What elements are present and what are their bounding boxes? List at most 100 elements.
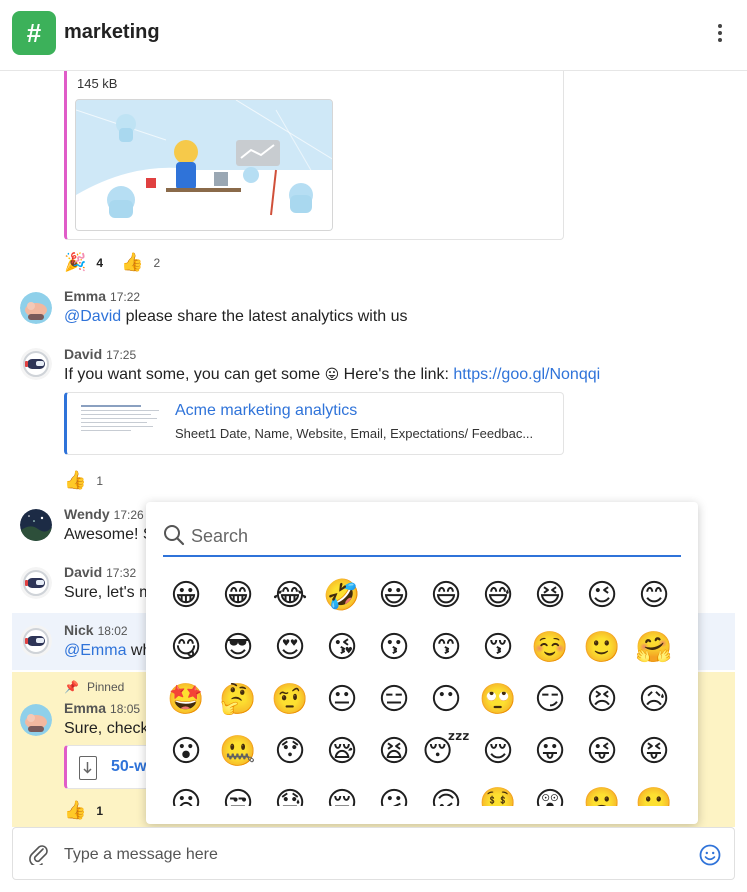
avatar[interactable] (20, 625, 52, 657)
emoji-option[interactable]: 😗 (370, 624, 418, 672)
emoji-option[interactable]: 🤔 (214, 676, 262, 724)
emoji-option[interactable]: 😀 (162, 572, 210, 620)
avatar[interactable] (20, 567, 52, 599)
emoji-option[interactable]: 🤩 (162, 676, 210, 724)
file-download-icon (79, 756, 97, 780)
reaction-bar: 🎉 4 👍 2 (64, 252, 172, 273)
emoji-picker[interactable]: 😀😁😂🤣😃😄😅😆😉😊 😋😎😍😘😗😙😚☺️🙂🤗 🤩🤔🤨😐😑😶🙄😏😣😥 😮🤐😯😪😫😴😌😛😜… (146, 502, 698, 824)
emoji-option[interactable]: 🙄 (474, 676, 522, 724)
emoji-option[interactable]: 😣 (578, 676, 626, 724)
pinned-label: 📌 Pinned (64, 680, 125, 694)
emoji-option[interactable]: 🤑 (474, 780, 522, 806)
party-popper-icon: 🎉 (64, 252, 87, 272)
message-composer[interactable]: Type a message here (12, 827, 735, 880)
link-preview-title[interactable]: Acme marketing analytics (175, 402, 357, 420)
avatar[interactable] (20, 509, 52, 541)
emoji-option[interactable]: 😄 (422, 572, 470, 620)
emoji-option[interactable]: 🙃 (422, 780, 470, 806)
reaction-party[interactable]: 🎉 4 (64, 252, 103, 273)
emoji-option[interactable]: 🙂 (578, 624, 626, 672)
mention[interactable]: @Emma (64, 642, 126, 659)
emoji-option[interactable]: 🙁 (630, 780, 678, 806)
message-link[interactable]: https://goo.gl/Nonqqi (453, 366, 600, 383)
thumbs-up-icon: 👍 (64, 470, 87, 490)
kebab-menu-icon[interactable] (712, 22, 728, 46)
emoji-option[interactable]: 😁 (214, 572, 262, 620)
emoji-option[interactable]: 😏 (526, 676, 574, 724)
emoji-option[interactable]: 😴 (422, 728, 470, 776)
search-icon (163, 524, 185, 546)
sender-name[interactable]: David 17:25 (64, 346, 136, 362)
emoji-option[interactable]: 😌 (474, 728, 522, 776)
emoji-option[interactable]: 😋 (162, 624, 210, 672)
message-text: If you want some, you can get some 😛 Her… (64, 366, 601, 383)
link-preview-thumbnail (81, 403, 161, 435)
reaction-thumbs-up[interactable]: 👍 2 (121, 252, 160, 273)
emoji-option[interactable]: 😔 (318, 780, 366, 806)
mention[interactable]: @David (64, 308, 121, 325)
reaction-thumbs-up[interactable]: 👍 1 (64, 470, 103, 491)
emoji-option[interactable]: 😕 (370, 780, 418, 806)
emoji-option[interactable]: 😊 (630, 572, 678, 620)
emoji-option[interactable]: 😝 (630, 728, 678, 776)
emoji-option[interactable]: 😓 (266, 780, 314, 806)
pin-icon: 📌 (64, 680, 79, 694)
timestamp: 17:32 (106, 566, 137, 580)
emoji-option[interactable]: 🤐 (214, 728, 262, 776)
emoji-option[interactable]: 😫 (370, 728, 418, 776)
emoji-option[interactable]: 😶 (422, 676, 470, 724)
emoji-option[interactable]: 😦 (162, 780, 210, 806)
emoji-option[interactable]: 😥 (630, 676, 678, 724)
emoji-option[interactable]: 😘 (318, 624, 366, 672)
emoji-option[interactable]: ☺️ (526, 624, 574, 672)
timestamp: 18:02 (97, 624, 128, 638)
sender-name[interactable]: Emma 17:22 (64, 288, 140, 304)
emoji-option[interactable]: 🤣 (318, 572, 366, 620)
message-text: Awesome! S (64, 526, 154, 543)
avatar[interactable] (20, 292, 52, 324)
emoji-option[interactable]: 😚 (474, 624, 522, 672)
emoji-option[interactable]: 😉 (578, 572, 626, 620)
emoji-option[interactable]: 😆 (526, 572, 574, 620)
emoji-search (163, 518, 681, 557)
emoji-option[interactable]: ☹️ (578, 780, 626, 806)
emoji-option[interactable]: 🤨 (266, 676, 314, 724)
message-text: @David please share the latest analytics… (64, 308, 408, 325)
link-preview-card[interactable]: Acme marketing analytics Sheet1 Date, Na… (64, 392, 564, 455)
emoji-option[interactable]: 😍 (266, 624, 314, 672)
sender-name[interactable]: Nick 18:02 (64, 622, 128, 638)
sender-name[interactable]: Emma 18:05 (64, 700, 140, 716)
emoji-option[interactable]: 😐 (318, 676, 366, 724)
sender-name[interactable]: David 17:32 (64, 564, 136, 580)
emoji-option[interactable]: 😑 (370, 676, 418, 724)
emoji-option[interactable]: 😜 (578, 728, 626, 776)
timestamp: 17:26 (113, 508, 144, 522)
reaction-thumbs-up[interactable]: 👍 1 (64, 800, 103, 821)
image-preview[interactable] (75, 99, 333, 231)
emoji-option[interactable]: 😎 (214, 624, 262, 672)
emoji-option[interactable]: 😪 (318, 728, 366, 776)
message-text: Sure, let's m (64, 584, 153, 601)
link-preview-description: Sheet1 Date, Name, Website, Email, Expec… (175, 426, 534, 441)
tongue-out-emoji-icon: 😛 (324, 366, 340, 382)
avatar[interactable] (20, 348, 52, 380)
timestamp: 17:25 (106, 348, 137, 362)
emoji-option[interactable]: 😅 (474, 572, 522, 620)
emoji-option[interactable]: 😃 (370, 572, 418, 620)
channel-header: # marketing (0, 0, 747, 71)
sender-name[interactable]: Wendy 17:26 (64, 506, 144, 522)
emoji-option[interactable]: 😛 (526, 728, 574, 776)
emoji-search-input[interactable] (191, 522, 671, 550)
paperclip-icon[interactable] (29, 843, 49, 867)
emoji-option[interactable]: 😮 (162, 728, 210, 776)
message: Emma 17:22 @David please share the latest… (0, 286, 747, 336)
emoji-option[interactable]: 🤗 (630, 624, 678, 672)
emoji-option[interactable]: 😙 (422, 624, 470, 672)
avatar[interactable] (20, 704, 52, 736)
emoji-option[interactable]: 😲 (526, 780, 574, 806)
emoji-button-icon[interactable] (699, 844, 721, 866)
emoji-option[interactable]: 😂 (266, 572, 314, 620)
emoji-option[interactable]: 😒 (214, 780, 262, 806)
message-input[interactable]: Type a message here (64, 846, 218, 864)
emoji-option[interactable]: 😯 (266, 728, 314, 776)
